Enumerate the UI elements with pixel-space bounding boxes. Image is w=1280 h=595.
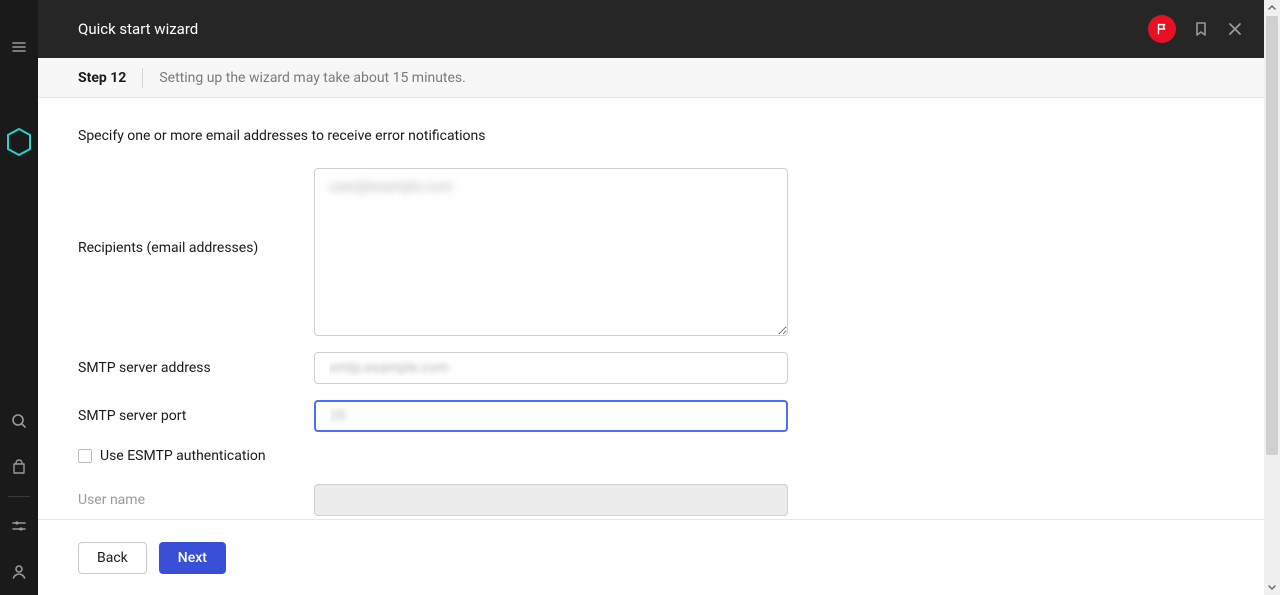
username-label: User name (78, 492, 314, 508)
next-button[interactable]: Next (159, 542, 226, 574)
wizard-footer: Back Next (38, 519, 1264, 595)
bookmark-icon[interactable] (1192, 20, 1210, 38)
esmtp-label: Use ESMTP authentication (100, 448, 266, 464)
step-bar: Step 12 Setting up the wizard may take a… (38, 58, 1264, 98)
step-hint: Setting up the wizard may take about 15 … (159, 70, 466, 86)
intro-text: Specify one or more email addresses to r… (78, 128, 1224, 144)
wizard-body: Specify one or more email addresses to r… (38, 98, 1264, 519)
username-input (314, 484, 788, 516)
back-button[interactable]: Back (78, 542, 147, 574)
menu-icon[interactable] (0, 24, 38, 70)
scroll-thumb[interactable] (1266, 16, 1278, 455)
wizard-title: Quick start wizard (78, 20, 1148, 38)
vertical-scrollbar[interactable] (1264, 0, 1280, 595)
recipients-label: Recipients (email addresses) (78, 168, 314, 256)
divider (142, 68, 143, 88)
search-icon[interactable] (0, 398, 38, 444)
wizard-header: Quick start wizard (38, 0, 1264, 58)
brand-hexagon-icon (5, 128, 33, 156)
step-label: Step 12 (78, 70, 126, 86)
esmtp-checkbox[interactable] (78, 449, 92, 463)
wizard-panel: Quick start wizard Step 12 Setting up th… (38, 0, 1264, 595)
divider (8, 496, 30, 497)
left-nav-rail (0, 0, 38, 595)
smtp-address-label: SMTP server address (78, 360, 314, 376)
recipients-textarea[interactable] (314, 168, 788, 336)
close-icon[interactable] (1226, 20, 1244, 38)
feedback-flag-button[interactable] (1148, 15, 1176, 43)
bag-icon[interactable] (0, 444, 38, 490)
user-icon[interactable] (0, 549, 38, 595)
sliders-icon[interactable] (0, 503, 38, 549)
smtp-port-input[interactable] (314, 400, 788, 432)
smtp-port-label: SMTP server port (78, 408, 314, 424)
scroll-down-arrow[interactable] (1264, 579, 1280, 595)
scroll-up-arrow[interactable] (1264, 0, 1280, 16)
smtp-address-input[interactable] (314, 352, 788, 384)
scroll-track[interactable] (1264, 16, 1280, 579)
